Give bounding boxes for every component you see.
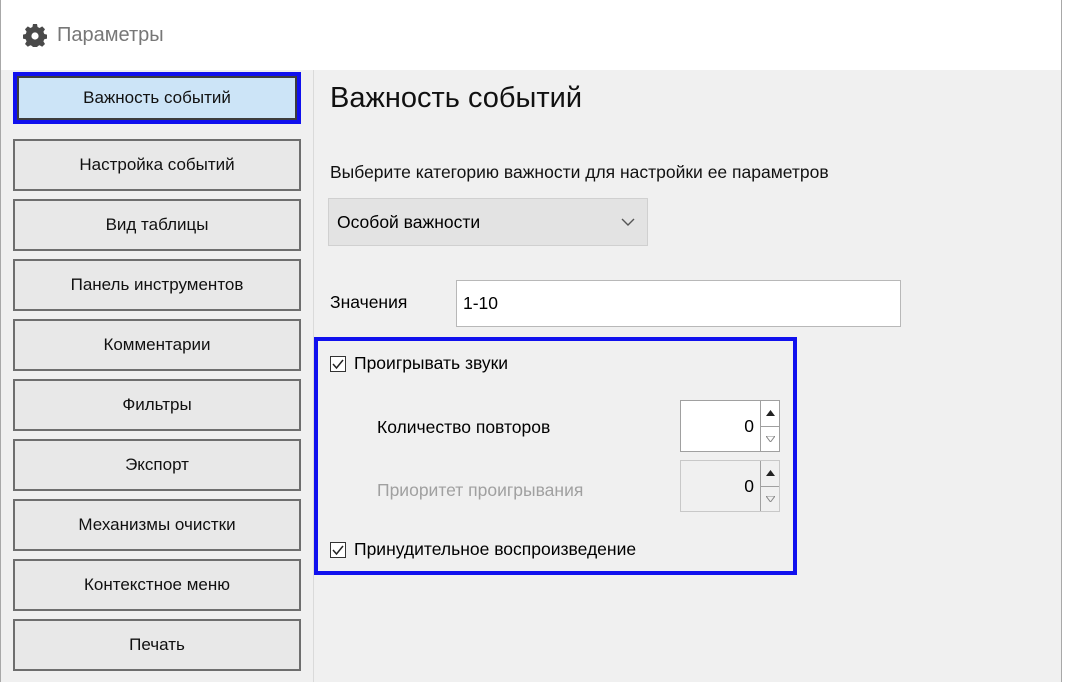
checkbox-box bbox=[330, 355, 346, 372]
sidebar-item-print[interactable]: Печать bbox=[13, 619, 301, 671]
category-dropdown-value: Особой важности bbox=[337, 211, 481, 232]
play-priority-value: 0 bbox=[744, 475, 754, 496]
arrow-down-icon bbox=[765, 435, 775, 442]
checkmark-icon bbox=[332, 545, 344, 555]
checkbox-box bbox=[330, 541, 346, 558]
gear-icon bbox=[23, 24, 47, 47]
values-input[interactable] bbox=[456, 280, 901, 327]
category-dropdown[interactable]: Особой важности bbox=[328, 198, 648, 246]
spin-up-button[interactable] bbox=[761, 401, 779, 427]
play-sounds-checkbox[interactable]: Проигрывать звуки bbox=[330, 353, 508, 374]
sidebar: Важность событий Настройка событий Вид т… bbox=[1, 70, 314, 682]
title-bar: Параметры bbox=[1, 0, 1061, 70]
category-prompt: Выберите категорию важности для настройк… bbox=[330, 162, 829, 182]
play-priority-spinbox[interactable]: 0 bbox=[680, 460, 780, 512]
chevron-down-icon bbox=[621, 218, 635, 226]
sidebar-item-comments[interactable]: Комментарии bbox=[13, 319, 301, 371]
sidebar-item-table-view[interactable]: Вид таблицы bbox=[13, 199, 301, 251]
forced-playback-label: Принудительное воспроизведение bbox=[354, 539, 637, 559]
sound-settings-group: Проигрывать звуки Количество повторов 0 … bbox=[314, 337, 797, 575]
play-sounds-label: Проигрывать звуки bbox=[354, 353, 509, 373]
sidebar-item-context-menu[interactable]: Контекстное меню bbox=[13, 559, 301, 611]
spin-down-button[interactable] bbox=[761, 487, 779, 512]
sidebar-item-toolbar[interactable]: Панель инструментов bbox=[13, 259, 301, 311]
arrow-down-icon bbox=[765, 495, 775, 502]
sidebar-item-event-settings[interactable]: Настройка событий bbox=[13, 139, 301, 191]
sidebar-item-cleanup[interactable]: Механизмы очистки bbox=[13, 499, 301, 551]
values-label: Значения bbox=[330, 292, 408, 312]
settings-window: Параметры Важность событий Настройка соб… bbox=[0, 0, 1062, 682]
spin-down-button[interactable] bbox=[761, 427, 779, 452]
play-priority-label: Приоритет проигрывания bbox=[377, 480, 584, 500]
repeat-count-label: Количество повторов bbox=[377, 417, 551, 437]
sidebar-item-filters[interactable]: Фильтры bbox=[13, 379, 301, 431]
checkmark-icon bbox=[332, 359, 344, 369]
repeat-count-spinbox[interactable]: 0 bbox=[680, 400, 780, 452]
window-title: Параметры bbox=[57, 23, 164, 46]
settings-content: Важность событий Выберите категорию важн… bbox=[314, 70, 1061, 682]
page-title: Важность событий bbox=[330, 82, 583, 114]
arrow-up-icon bbox=[765, 410, 775, 417]
spin-up-button[interactable] bbox=[761, 461, 779, 487]
arrow-up-icon bbox=[765, 470, 775, 477]
sidebar-item-event-importance[interactable]: Важность событий bbox=[13, 72, 301, 124]
forced-playback-checkbox[interactable]: Принудительное воспроизведение bbox=[330, 539, 636, 560]
sidebar-item-export[interactable]: Экспорт bbox=[13, 439, 301, 491]
repeat-count-value: 0 bbox=[744, 415, 754, 436]
